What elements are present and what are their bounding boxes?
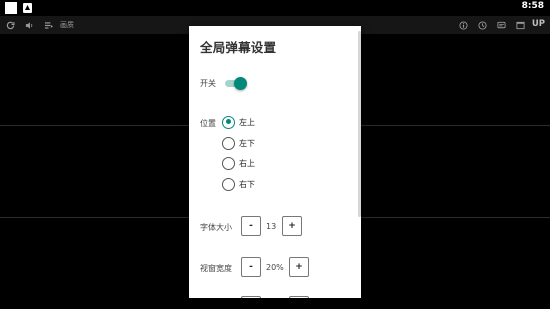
screen: 8:58 画质 UP 全局弹幕设置 开关 位置 左上 左下 右上 右下 字体大小… — [0, 0, 550, 309]
radio-bottom-left[interactable]: 左下 — [222, 136, 255, 150]
radio-button-icon — [222, 136, 235, 150]
notification-icon — [23, 3, 32, 13]
volume-icon[interactable] — [24, 19, 34, 31]
refresh-icon[interactable] — [5, 19, 15, 31]
dialog-title: 全局弹幕设置 — [200, 40, 277, 55]
radio-label: 左下 — [239, 138, 255, 148]
info-icon[interactable] — [458, 19, 468, 31]
window-width-value: 20% — [266, 263, 284, 272]
window-icon[interactable] — [515, 19, 525, 31]
position-label: 位置 — [200, 119, 216, 128]
font-size-value: 13 — [266, 222, 277, 231]
danmaku-settings-icon[interactable] — [496, 19, 506, 31]
app-square-icon — [5, 2, 17, 14]
font-size-label: 字体大小 — [200, 223, 232, 232]
radio-bottom-right[interactable]: 右下 — [222, 177, 255, 191]
radio-button-icon — [222, 156, 235, 170]
danmaku-settings-dialog: 全局弹幕设置 开关 位置 左上 左下 右上 右下 字体大小 - 13 + 视窗宽… — [189, 26, 361, 298]
playlist-icon[interactable] — [43, 19, 54, 31]
radio-button-icon — [222, 177, 235, 191]
dialog-scrollbar[interactable] — [358, 31, 361, 217]
upload-label[interactable]: UP — [532, 19, 545, 29]
switch-label: 开关 — [200, 79, 216, 88]
radio-label: 右上 — [239, 158, 255, 168]
radio-button-icon — [222, 115, 235, 129]
window-width-decrement-button[interactable]: - — [241, 257, 261, 277]
font-size-decrement-button[interactable]: - — [241, 216, 261, 236]
radio-label: 右下 — [239, 179, 255, 189]
radio-top-right[interactable]: 右上 — [222, 156, 255, 170]
next-row-decrement-button[interactable] — [241, 296, 261, 298]
radio-top-left[interactable]: 左上 — [222, 115, 255, 129]
toggle-thumb — [234, 77, 247, 90]
quality-label[interactable]: 画质 — [60, 20, 74, 30]
font-size-increment-button[interactable]: + — [282, 216, 302, 236]
timer-icon[interactable] — [477, 19, 487, 31]
radio-label: 左上 — [239, 117, 255, 127]
danmaku-toggle[interactable] — [225, 77, 247, 90]
status-time: 8:58 — [521, 1, 544, 11]
status-bar: 8:58 — [0, 0, 550, 16]
window-width-increment-button[interactable]: + — [289, 257, 309, 277]
next-row-increment-button[interactable] — [289, 296, 309, 298]
window-width-label: 视窗宽度 — [200, 264, 232, 273]
